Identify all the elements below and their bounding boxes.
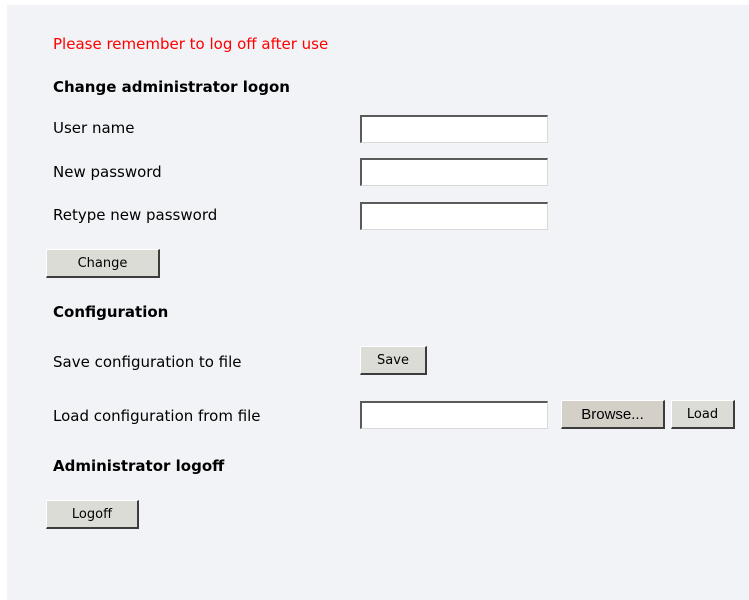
retype-password-label: Retype new password (53, 206, 218, 224)
save-config-label: Save configuration to file (53, 353, 242, 371)
logoff-reminder: Please remember to log off after use (53, 35, 329, 53)
new-password-input[interactable] (360, 158, 548, 186)
user-name-input[interactable] (360, 115, 548, 143)
configuration-heading: Configuration (53, 303, 169, 321)
new-password-label: New password (53, 163, 162, 181)
change-logon-heading: Change administrator logon (53, 78, 290, 96)
admin-panel: Please remember to log off after use Cha… (7, 5, 749, 600)
user-name-label: User name (53, 119, 135, 137)
logoff-heading: Administrator logoff (53, 457, 225, 475)
load-config-label: Load configuration from file (53, 407, 261, 425)
save-button[interactable]: Save (360, 346, 427, 375)
retype-password-input[interactable] (360, 202, 548, 230)
logoff-button[interactable]: Logoff (46, 500, 139, 529)
load-button[interactable]: Load (671, 400, 735, 429)
change-button[interactable]: Change (46, 249, 160, 278)
browse-button[interactable]: Browse... (561, 400, 665, 429)
config-file-path-input[interactable] (360, 401, 548, 429)
